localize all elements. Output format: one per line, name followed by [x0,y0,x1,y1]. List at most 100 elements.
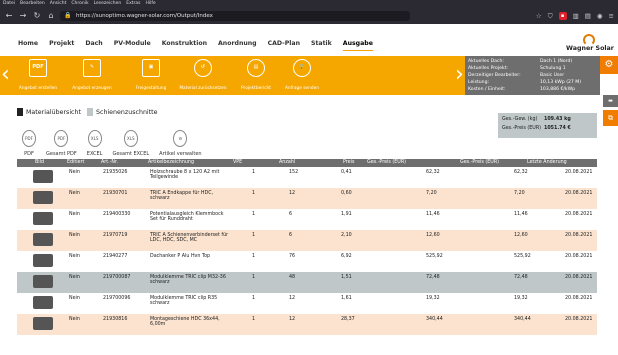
cell-art: 21930816 [103,317,128,322]
cell-edited: Nein [69,296,80,301]
menu-ansicht[interactable]: Ansicht [50,0,67,8]
table-row[interactable]: Nein 21970719 TRIC A Schienenverbinderset … [17,230,597,251]
settings-gear-icon[interactable]: ⚙ [600,56,618,74]
tool-material-zuruecksetzen[interactable]: ↺ Material zurücksetzen [177,59,229,91]
col-header[interactable]: Artikelbezeichnung [148,160,194,165]
cell-total: 72,48 [426,275,440,280]
menu-lesezeichen[interactable]: Lesezeichen [94,0,122,8]
edit-icon: ✎ [83,59,101,77]
cell-date: 20.08.2021 [565,275,593,280]
cell-total2: 12,60 [514,233,528,238]
cell-qty: 12 [289,191,296,196]
side-export-icon[interactable]: ⧉ [603,110,618,126]
col-header[interactable]: Anzahl [279,160,295,165]
home-icon[interactable]: ⌂ [46,8,56,24]
table-row[interactable]: Nein 21930816 Montageschiene HDC 36x44, 6,… [17,314,597,335]
tool-angebot-erzeugen[interactable]: ✎ Angebot erzeugen [66,59,118,91]
chevron-right-icon[interactable]: › [455,60,464,90]
panel-tabs: Materialübersicht Schienenzuschnitte [17,108,158,116]
forward-icon[interactable]: → [18,8,28,24]
table-row[interactable]: Nein 219700096 Modulklemme TRIC clip R35 s… [17,293,597,314]
col-header[interactable]: Art.-Nr. [101,160,118,165]
menu-icon[interactable]: ≡ [609,12,614,20]
bookmark-star-icon[interactable]: ☆ [536,12,542,20]
cell-vpe: 1 [252,296,256,301]
export-pdf-button[interactable]: PDF PDF [22,130,36,157]
cell-qty: 48 [289,275,296,280]
tab-konstruktion[interactable]: Konstruktion [162,40,207,47]
tab-anordnung[interactable]: Anordnung [218,40,257,47]
col-header[interactable]: Letzte Änderung [527,160,567,165]
col-header[interactable]: VPE [233,160,242,165]
tool-projektbericht[interactable]: ▤ Projektbericht [230,59,282,91]
cell-art: 219700096 [103,296,131,301]
cell-qty: 6 [289,233,293,238]
addon-icon[interactable]: ▪ [558,12,567,20]
tool-freigestaltung[interactable]: ▣ Freigestaltung [125,59,177,91]
cell-total2: 72,48 [514,275,528,280]
export-gesamt-pdf-button[interactable]: PDF Gesamt PDF [46,130,77,157]
info-value: Dach 1 (Nord) [540,59,573,64]
reload-icon[interactable]: ↻ [32,8,42,24]
col-header[interactable]: Preis [343,160,354,165]
export-gesamt-excel-button[interactable]: XLS Gesamt EXCEL [112,130,149,157]
tool-angebot-erstellen[interactable]: PDF Angebot erstellen [12,59,64,91]
reader-icon[interactable]: ▤ [585,12,591,20]
shield-extension-icon[interactable]: ⛉ [548,12,553,21]
xls-icon: XLS [123,130,138,147]
tab-home[interactable]: Home [18,40,38,47]
tab-projekt[interactable]: Projekt [49,40,74,47]
artikel-verwalten-button[interactable]: ⚙ Artikel verwalten [159,130,202,157]
export-buttons: PDF PDF PDF Gesamt PDF XLS EXCEL XLS Ges… [22,130,202,157]
side-panel-toggle-icon[interactable]: ▬ [603,95,618,107]
export-label: Artikel verwalten [159,151,202,157]
export-excel-button[interactable]: XLS EXCEL [87,130,102,157]
pdf-icon: PDF [22,130,36,147]
tab-pv-module[interactable]: PV-Module [114,40,151,47]
menu-extras[interactable]: Extras [126,0,140,8]
back-icon[interactable]: ← [4,8,14,24]
table-row[interactable]: Nein 21940277 Dachanker P Alu Hvn Top 1 76 6,… [17,251,597,272]
account-icon[interactable]: ◉ [597,12,603,20]
table-row[interactable]: Nein 21930701 TRIC A Endkappe für HDC, sch… [17,188,597,209]
table-header: Bild Editiert Art.-Nr. Artikelbezeichnun… [17,159,597,167]
tab-label: Schienenzuschnitte [95,108,158,116]
cell-total2: 340,44 [514,317,531,322]
col-header[interactable]: Bild [35,160,44,165]
tool-anfrage-senden[interactable]: 🔒 Anfrage senden [276,59,328,91]
tab-statik[interactable]: Statik [311,40,332,47]
table-row[interactable]: Nein 219700087 Modulklemme TRIC clip M32-3… [17,272,597,293]
pdf-icon: PDF [54,130,69,147]
tab-ausgabe[interactable]: Ausgabe [342,40,374,51]
weight-label: Ges.-Gew. (kg) [502,117,538,122]
cell-total: 7,20 [426,191,437,196]
cell-price: 1,51 [341,275,352,280]
col-header[interactable]: Editiert [67,160,84,165]
tool-label: Projektbericht [241,86,271,91]
table-row[interactable]: Nein 21935026 Holzschraube 8 x 120 A2 mit … [17,167,597,188]
cell-total: 525,92 [426,254,443,259]
library-icon[interactable]: ▥ [573,12,579,20]
cell-qty: 6 [289,212,293,217]
chevron-left-icon[interactable]: ‹ [1,60,10,90]
export-label: Gesamt PDF [46,151,77,157]
cell-name: Montageschiene HDC 36x44, 6,00m [150,317,220,327]
menu-datei[interactable]: Datei [3,0,15,8]
col-header[interactable]: Ges.-Preis (EUR) [460,160,499,165]
tab-schienenzuschnitte[interactable]: Schienenzuschnitte [86,108,158,116]
cell-edited: Nein [69,191,80,196]
tab-cad-plan[interactable]: CAD-Plan [268,40,300,47]
cell-edited: Nein [69,317,80,322]
cell-edited: Nein [69,254,80,259]
menu-bearbeiten[interactable]: Bearbeiten [20,0,45,8]
menu-hilfe[interactable]: Hilfe [145,0,155,8]
product-thumbnail [33,275,53,288]
col-header[interactable]: Ges.-Preis (EUR) [367,160,406,165]
url-bar[interactable]: 🔒 https://sunoptimo.wagner-solar.com/Out… [60,11,410,21]
shield-icon: 🔒 [64,12,72,19]
menu-chronik[interactable]: Chronik [71,0,88,8]
tab-dach[interactable]: Dach [85,40,102,47]
tab-materialuebersicht[interactable]: Materialübersicht [17,108,81,116]
table-row[interactable]: Nein 219400330 Potentialausgleich Klemmboc… [17,209,597,230]
cell-art: 21935026 [103,170,128,175]
